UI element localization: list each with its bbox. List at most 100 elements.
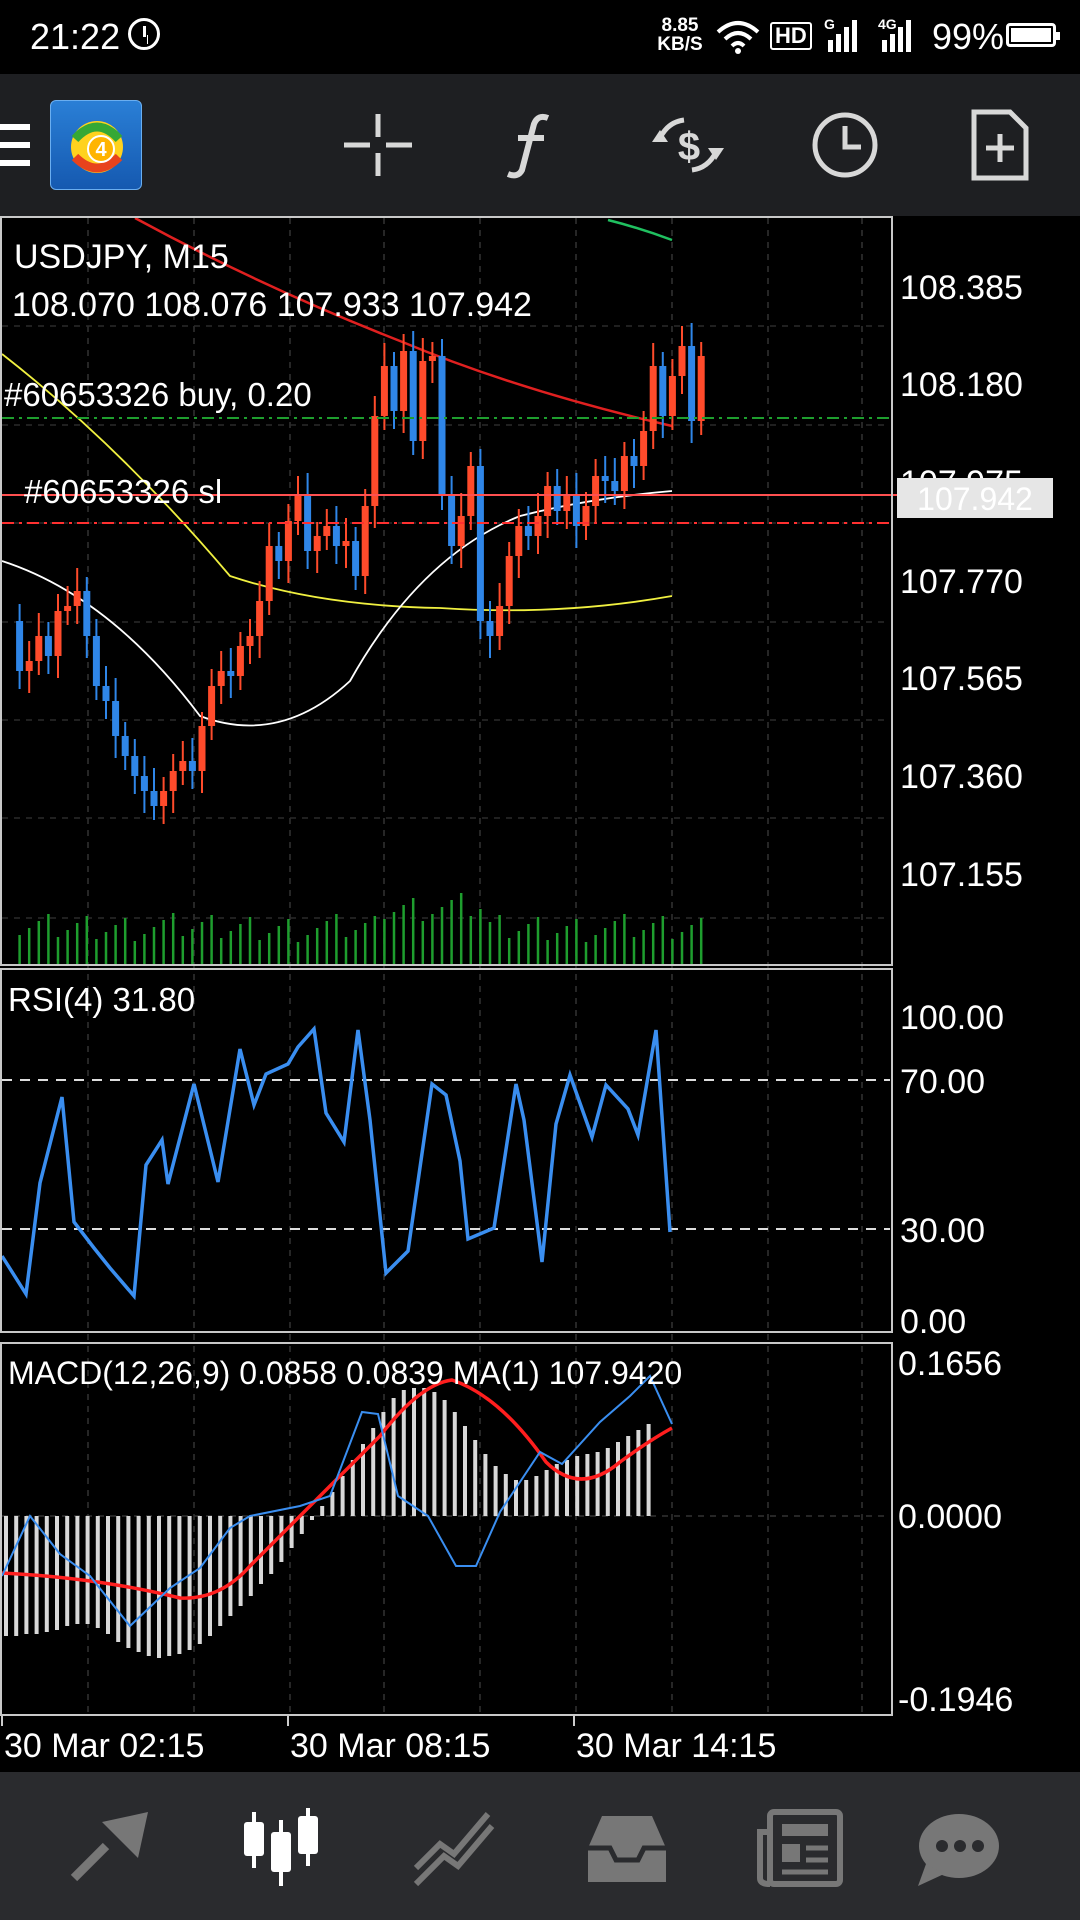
candle-body: [54, 611, 62, 656]
candle-body: [563, 496, 571, 511]
candle-body: [400, 351, 408, 411]
candle-body: [179, 761, 187, 771]
candle-body: [112, 701, 120, 736]
candle-body: [496, 606, 504, 636]
candle-body: [601, 476, 609, 481]
candle-body: [188, 761, 196, 771]
clock-time: 21:22: [30, 16, 121, 57]
rsi-line: [0, 1025, 672, 1301]
crosshair-icon[interactable]: [338, 108, 418, 182]
current-price-label: 107.942: [917, 481, 1033, 517]
candle-body: [697, 356, 705, 421]
candle-body: [668, 376, 676, 416]
chat-icon[interactable]: [912, 1808, 1002, 1888]
battery-percent: 99%: [932, 16, 1005, 57]
new-document-icon[interactable]: [960, 108, 1040, 182]
candle-body: [332, 526, 340, 546]
candle-body: [524, 526, 532, 536]
macd-axis-label: 0.1656: [898, 1345, 1002, 1383]
candle-body: [198, 726, 206, 771]
candle-body: [284, 521, 292, 561]
candle-body: [428, 356, 436, 361]
menu-icon[interactable]: [0, 124, 30, 166]
candle-body: [419, 361, 427, 441]
rsi-axis-label: 0.00: [900, 1303, 966, 1341]
candle-body: [44, 636, 52, 656]
rsi-label: RSI(4) 31.80: [8, 981, 195, 1018]
signal-icon: G: [824, 16, 860, 59]
candle-body: [92, 636, 100, 686]
candle-body: [313, 536, 321, 551]
ma-green-line: [607, 218, 673, 242]
candle-body: [275, 546, 283, 561]
signal-4g-label: 4G: [878, 16, 897, 32]
network-speed-value: 8.85: [661, 15, 699, 36]
candle-body: [73, 591, 81, 606]
price-axis-label: 107.565: [900, 660, 1023, 698]
svg-text:$: $: [678, 125, 700, 169]
price-axis: 108.385108.180107.975107.770107.565107.3…: [900, 269, 1023, 894]
price-axis-label: 107.770: [900, 563, 1023, 601]
candle-body: [409, 351, 417, 441]
rsi-axis-label: 70.00: [900, 1063, 985, 1101]
candle-body: [246, 636, 254, 646]
candle-body: [169, 771, 177, 791]
candle-body: [323, 526, 331, 536]
candle-body: [131, 756, 139, 776]
candle-body: [678, 346, 686, 376]
candle-body: [227, 671, 235, 676]
time-axis-label: 30 Mar 08:15: [290, 1727, 490, 1765]
time-axis-label: 30 Mar 02:15: [4, 1727, 204, 1765]
chart-icon[interactable]: [236, 1808, 326, 1888]
candle-body: [265, 546, 273, 601]
candle-body: [217, 671, 225, 686]
candle-body: [16, 621, 24, 671]
candle-body: [592, 476, 600, 506]
candle-body: [361, 506, 369, 576]
candle-body: [102, 686, 110, 701]
rsi-axis: 100.00 70.00 30.00 0.00: [900, 999, 1004, 1341]
candle-body: [150, 791, 158, 806]
signal-4g-icon: 4G: [878, 16, 914, 59]
candle-body: [342, 541, 350, 546]
candle-body: [611, 481, 619, 491]
macd-main-line: [1, 1374, 673, 1628]
battery-icon: [1006, 23, 1060, 47]
candle-body: [553, 486, 561, 511]
candle-body: [448, 496, 456, 546]
candle-body: [640, 431, 648, 466]
macd-label: MACD(12,26,9) 0.0858 0.0839 MA(1) 107.94…: [8, 1355, 682, 1391]
candle-body: [121, 736, 129, 756]
candle-body: [256, 601, 264, 636]
candle-body: [688, 346, 696, 421]
history-icon[interactable]: [582, 1808, 672, 1888]
candle-body: [236, 646, 244, 676]
candle-body: [572, 496, 580, 526]
time-axis-label: 30 Mar 14:15: [576, 1727, 776, 1765]
function-icon[interactable]: [494, 108, 574, 182]
macd-indicator: [1, 1374, 890, 1658]
candle-body: [83, 591, 91, 636]
alarm-icon: [128, 18, 160, 50]
app-logo[interactable]: 4: [50, 100, 142, 190]
candle-body: [515, 526, 523, 556]
candle-body: [534, 516, 542, 536]
quotes-icon[interactable]: [66, 1808, 156, 1888]
ohlc-label: 108.070 108.076 107.933 107.942: [12, 286, 532, 324]
news-icon[interactable]: [756, 1808, 846, 1888]
candle-body: [35, 636, 43, 661]
candle-body: [476, 466, 484, 621]
price-chart[interactable]: USDJPY, M15 108.070 108.076 107.933 107.…: [0, 216, 1080, 1772]
volume-bars: [18, 893, 703, 964]
clock-icon[interactable]: [805, 108, 885, 182]
trade-chart-icon[interactable]: [410, 1808, 500, 1888]
candle-body: [380, 366, 388, 416]
candle-body: [208, 686, 216, 726]
chart-area[interactable]: USDJPY, M15 108.070 108.076 107.933 107.…: [0, 216, 1080, 1772]
rsi-axis-label: 100.00: [900, 999, 1004, 1037]
trade-icon[interactable]: $: [648, 108, 728, 182]
candle-body: [371, 416, 379, 506]
candle-body: [64, 606, 72, 611]
candle-body: [352, 541, 360, 576]
candle-body: [390, 366, 398, 411]
